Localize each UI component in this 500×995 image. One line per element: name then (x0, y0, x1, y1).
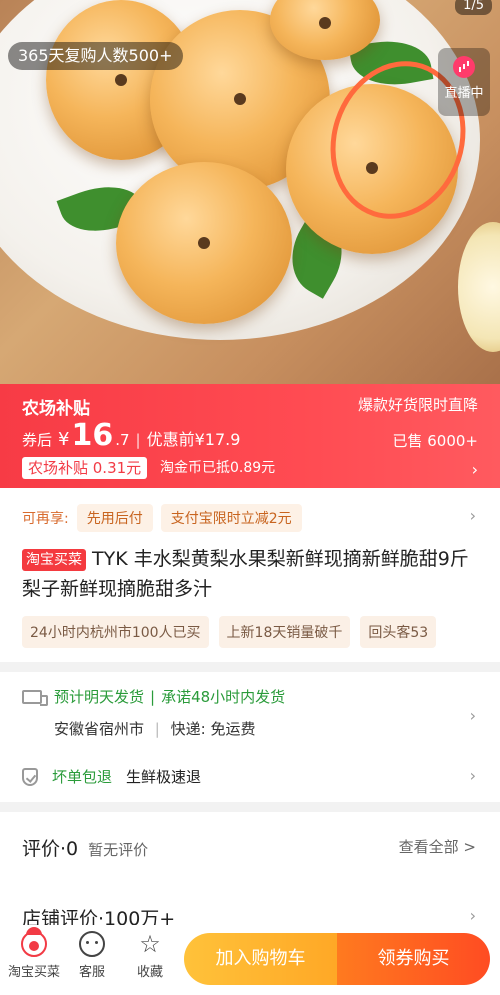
view-all-link[interactable]: 查看全部 > (399, 836, 476, 857)
review-title: 评价·0 (22, 838, 79, 860)
price-integer: 16 (71, 418, 114, 453)
product-title-text: TYK 丰水梨黄梨水果梨新鲜现摘新鲜脆甜9斤梨子新鲜现摘脆甜多汁 (22, 548, 469, 600)
price-decimal: .7 (115, 431, 130, 449)
product-page: 1/5 365天复购人数500+ 直播中 农场补贴 爆款好货限时直降 券后 ¥ … (0, 0, 500, 995)
currency-symbol: ¥ (58, 429, 70, 450)
coin-deduction[interactable]: 淘金币已抵0.89元 (160, 457, 275, 479)
star-icon: ☆ (139, 930, 161, 958)
ship-origin: 安徽省宿州市 (54, 720, 145, 738)
product-info-card: 可再享: 先用后付 支付宝限时立减2元 › 淘宝买菜 TYK 丰水梨黄梨水果梨新鲜… (0, 488, 500, 662)
extra-benefits-label: 可再享: (22, 511, 69, 527)
pear-slice-image (458, 222, 500, 352)
original-price: 优惠前¥17.9 (146, 430, 241, 449)
guarantee-row[interactable]: 坏单包退 生鲜极速退 (22, 766, 201, 787)
pear-image (116, 162, 292, 324)
shipping-card[interactable]: 预计明天发货 | 承诺48小时内发货 安徽省宿州市 | 快递: 免运费 › 坏单… (0, 672, 500, 802)
tab-taobao-grocery[interactable]: 淘宝买菜 (2, 927, 66, 980)
review-header[interactable]: 评价·0 暂无评价 (22, 834, 148, 861)
tab-customer-service[interactable]: 客服 (60, 931, 124, 980)
sales-chip: 上新18天销量破千 (218, 616, 351, 648)
ship-separator: | (150, 687, 156, 706)
no-review-text: 暂无评价 (88, 841, 149, 859)
shipping-origin-row: 安徽省宿州市 | 快递: 免运费 (54, 718, 255, 739)
sales-chips-row: 24小时内杭州市100人已买 上新18天销量破千 回头客53 (22, 616, 446, 648)
tab-label: 客服 (78, 965, 105, 980)
customer-service-icon (79, 931, 105, 957)
shipping-estimate-row: 预计明天发货 | 承诺48小时内发货 (22, 686, 285, 707)
extra-benefits-row[interactable]: 可再享: 先用后付 支付宝限时立减2元 (22, 504, 310, 532)
truck-icon (22, 689, 48, 706)
tab-label: 淘宝买菜 (7, 965, 60, 980)
farm-subsidy-title: 农场补贴 (22, 399, 90, 419)
product-title: 淘宝买菜 TYK 丰水梨黄梨水果梨新鲜现摘新鲜脆甜9斤梨子新鲜现摘脆甜多汁 (22, 544, 482, 604)
product-image-gallery[interactable]: 1/5 365天复购人数500+ 直播中 (0, 0, 500, 384)
ship-estimate: 预计明天发货 (54, 688, 145, 706)
ship-express: 快递: 免运费 (170, 720, 256, 738)
ship-divider: | (154, 720, 160, 738)
sales-chip: 24小时内杭州市100人已买 (22, 616, 209, 648)
live-icon (453, 56, 475, 78)
benefit-chip[interactable]: 先用后付 (76, 504, 153, 532)
benefit-chip[interactable]: 支付宝限时立减2元 (160, 504, 302, 532)
live-label: 直播中 (444, 86, 484, 101)
review-card: 评价·0 暂无评价 查看全部 > 店铺评价·100万+ › (0, 812, 500, 932)
subsidy-tag: 农场补贴 0.31元 (22, 457, 148, 479)
tab-label: 收藏 (136, 965, 163, 980)
ship-promise: 承诺48小时内发货 (161, 688, 286, 706)
image-counter: 1/5 (455, 0, 492, 15)
limited-offer-text: 爆款好货限时直降 (357, 396, 478, 414)
mascot-icon (21, 927, 47, 957)
sales-chip: 回头客53 (360, 616, 437, 648)
chevron-right-icon[interactable]: › (472, 460, 478, 479)
chevron-right-icon[interactable]: › (470, 766, 476, 785)
price-separator: | (135, 431, 141, 449)
price-row: 券后 ¥ 16 .7 | 优惠前¥17.9 (22, 418, 240, 453)
fresh-refund-text: 生鲜极速退 (126, 768, 202, 786)
guarantee-text: 坏单包退 (52, 768, 113, 786)
chevron-right-icon[interactable]: › (470, 906, 476, 925)
buy-with-coupon-button[interactable]: 领券购买 (337, 933, 490, 985)
chevron-right-icon[interactable]: › (470, 706, 476, 725)
repurchase-badge: 365天复购人数500+ (8, 42, 183, 70)
bottom-action-bar: 淘宝买菜 客服 ☆ 收藏 加入购物车 领券购买 (0, 925, 500, 995)
after-coupon-label: 券后 (22, 431, 53, 449)
tab-favorite[interactable]: ☆ 收藏 (118, 931, 182, 980)
live-stream-button[interactable]: 直播中 (438, 48, 490, 116)
add-to-cart-button[interactable]: 加入购物车 (184, 933, 337, 985)
chevron-right-icon[interactable]: › (470, 506, 476, 525)
sold-count: 已售 6000+ (392, 432, 478, 450)
price-band: 农场补贴 爆款好货限时直降 券后 ¥ 16 .7 | 优惠前¥17.9 已售 6… (0, 384, 500, 488)
shop-tag: 淘宝买菜 (22, 549, 86, 571)
shield-icon (22, 767, 38, 786)
